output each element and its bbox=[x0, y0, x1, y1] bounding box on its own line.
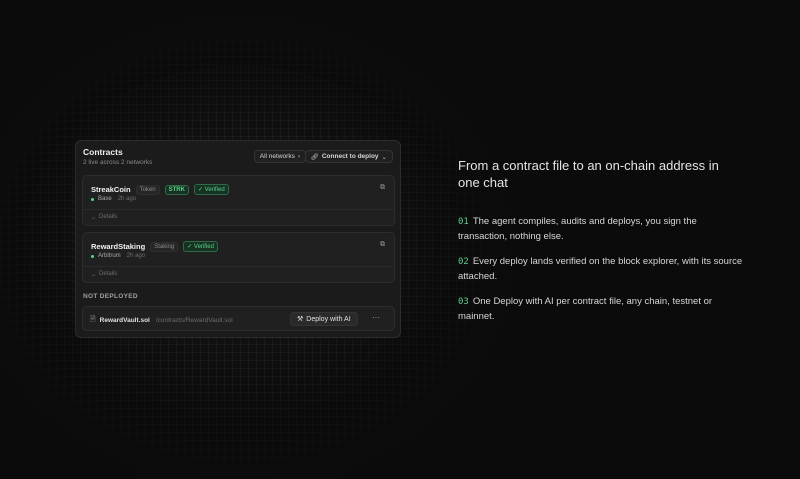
feature-text: Every deploy lands verified on the block… bbox=[458, 256, 743, 282]
undeployed-file-row: 🗎︎ RewardVault.sol /contracts/RewardVaul… bbox=[82, 306, 395, 331]
file-icon: 🗎︎ bbox=[90, 316, 96, 323]
check-icon: ✓ bbox=[187, 244, 194, 250]
contract-type-tag: Staking bbox=[150, 241, 179, 252]
divider bbox=[83, 209, 394, 210]
deploy-label: Deploy with AI bbox=[306, 315, 351, 323]
contract-type-tag: Token bbox=[135, 184, 160, 195]
file-name: RewardVault.sol bbox=[99, 317, 150, 324]
hammer-icon: ⚒︎ bbox=[297, 316, 304, 323]
all-networks-label: All networks bbox=[259, 153, 295, 160]
details-label: Details bbox=[99, 214, 118, 220]
panel-header: Contracts 2 live across 2 networks All n… bbox=[83, 147, 393, 173]
timestamp: 2h ago bbox=[126, 253, 146, 259]
verified-badge: ✓ Verified bbox=[193, 184, 229, 195]
chevron-down-icon: ⌄ bbox=[381, 153, 387, 161]
file-path: /contracts/RewardVault.sol bbox=[155, 317, 233, 324]
chevron-down-icon: ⌄ bbox=[91, 215, 97, 221]
network-label: Base bbox=[98, 196, 112, 202]
feature-number: 03 bbox=[458, 297, 469, 307]
feature-number: 02 bbox=[458, 257, 469, 267]
check-icon: ✓ bbox=[197, 187, 205, 193]
feature-text: One Deploy with AI per contract file, an… bbox=[458, 296, 713, 322]
feature-item: 01 The agent compiles, audits and deploys… bbox=[458, 215, 748, 243]
chevron-right-icon: › bbox=[297, 153, 300, 160]
external-link-icon[interactable]: ⧉ bbox=[380, 241, 385, 249]
external-link-icon[interactable]: ⧉ bbox=[380, 184, 385, 192]
feature-text: The agent compiles, audits and deploys, … bbox=[458, 216, 697, 242]
network-label: Arbitrum bbox=[98, 253, 121, 259]
status-dot bbox=[91, 197, 94, 201]
deploy-with-ai-button[interactable]: ⚒︎ Deploy with AI bbox=[290, 312, 358, 326]
feature-item: 02 Every deploy lands verified on the blo… bbox=[458, 255, 748, 283]
contract-name: RewardStaking bbox=[91, 242, 146, 251]
connect-to-deploy-button[interactable]: 🔗︎ Connect to deploy ⌄ bbox=[304, 150, 393, 163]
feature-item: 03 One Deploy with AI per contract file, … bbox=[458, 295, 748, 323]
details-toggle[interactable]: ⌄ Details bbox=[91, 214, 117, 221]
contract-name: StreakCoin bbox=[91, 185, 131, 194]
contracts-panel: Contracts 2 live across 2 networks All n… bbox=[75, 140, 401, 338]
more-options-icon[interactable]: ··· bbox=[372, 313, 380, 322]
panel-title: Contracts bbox=[83, 147, 123, 157]
divider bbox=[83, 266, 394, 267]
panel-subtitle: 2 live across 2 networks bbox=[83, 159, 153, 166]
connect-label: Connect to deploy bbox=[321, 153, 379, 160]
symbol-badge: STRK bbox=[164, 184, 189, 195]
link-icon: 🔗︎ bbox=[310, 153, 319, 161]
status-dot bbox=[91, 254, 94, 258]
timestamp: 2h ago bbox=[117, 196, 137, 202]
not-deployed-heading: NOT DEPLOYED bbox=[83, 293, 138, 300]
headline: From a contract file to an on-chain addr… bbox=[458, 158, 719, 190]
contract-card[interactable]: StreakCoin Token STRK ✓ Verified Base 2h… bbox=[82, 175, 395, 226]
contract-card[interactable]: RewardStaking Staking ✓ Verified Arbitru… bbox=[82, 232, 395, 283]
chevron-down-icon: ⌄ bbox=[91, 272, 97, 278]
details-label: Details bbox=[99, 271, 118, 277]
details-toggle[interactable]: ⌄ Details bbox=[91, 271, 117, 278]
all-networks-button[interactable]: All networks › bbox=[253, 150, 306, 163]
verified-badge: ✓ Verified bbox=[183, 241, 218, 252]
feature-number: 01 bbox=[458, 217, 469, 227]
